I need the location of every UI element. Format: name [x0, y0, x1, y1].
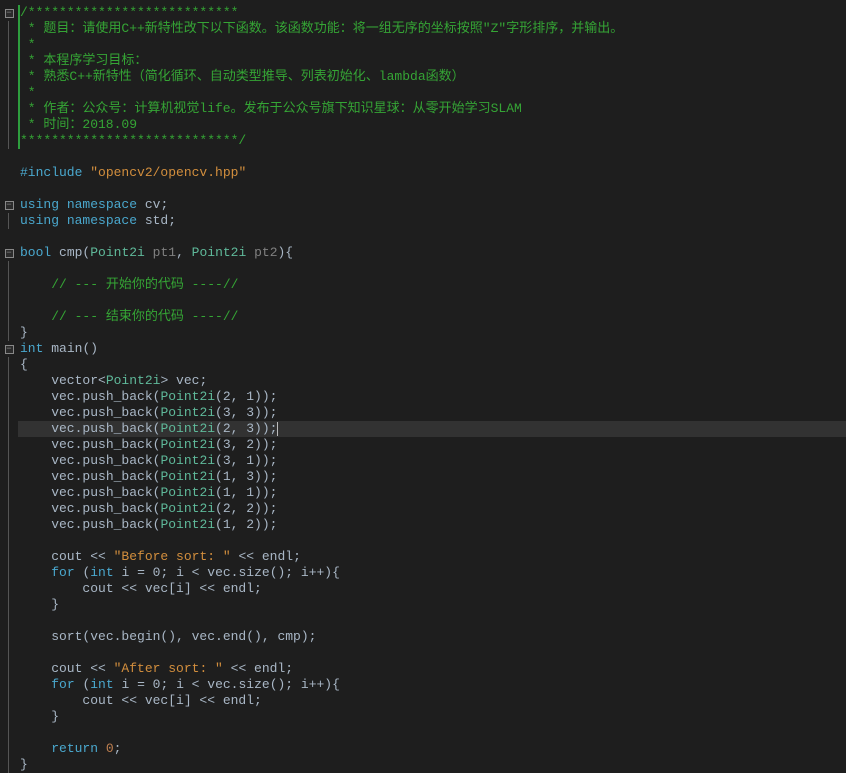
code-line[interactable]: vec.push_back(Point2i(3, 3)); [18, 405, 846, 421]
minus-icon: − [5, 249, 14, 258]
code-line[interactable] [18, 613, 846, 629]
code-line[interactable] [18, 293, 846, 309]
code-line[interactable]: * 时间：2018.09 [18, 117, 846, 133]
code-line[interactable] [18, 725, 846, 741]
code-line[interactable]: } [18, 709, 846, 725]
code-line[interactable]: #include "opencv2/opencv.hpp" [18, 165, 846, 181]
code-line[interactable]: cout << "After sort: " << endl; [18, 661, 846, 677]
code-line[interactable]: * 本程序学习目标： [18, 53, 846, 69]
code-line[interactable] [18, 645, 846, 661]
code-line[interactable]: for (int i = 0; i < vec.size(); i++){ [18, 565, 846, 581]
fold-toggle[interactable]: − [0, 5, 18, 21]
change-marker [18, 5, 20, 149]
code-line[interactable]: vec.push_back(Point2i(3, 1)); [18, 453, 846, 469]
code-line[interactable]: // --- 开始你的代码 ----// [18, 277, 846, 293]
code-line[interactable] [18, 261, 846, 277]
code-line[interactable]: /*************************** [18, 5, 846, 21]
minus-icon: − [5, 345, 14, 354]
code-line[interactable]: ****************************/ [18, 133, 846, 149]
code-line[interactable] [18, 229, 846, 245]
code-line[interactable]: vec.push_back(Point2i(1, 2)); [18, 517, 846, 533]
code-line[interactable]: bool cmp(Point2i pt1, Point2i pt2){ [18, 245, 846, 261]
code-line[interactable]: * 作者：公众号：计算机视觉life。发布于公众号旗下知识星球：从零开始学习SL… [18, 101, 846, 117]
fold-toggle[interactable]: − [0, 197, 18, 213]
code-area[interactable]: /*************************** * 题目：请使用C++… [18, 0, 846, 768]
code-line[interactable]: // --- 结束你的代码 ----// [18, 309, 846, 325]
code-line[interactable] [18, 181, 846, 197]
fold-toggle[interactable]: − [0, 341, 18, 357]
code-line-active[interactable]: vec.push_back(Point2i(2, 3)); [18, 421, 846, 437]
text-cursor [277, 422, 278, 436]
code-line[interactable]: vec.push_back(Point2i(2, 2)); [18, 501, 846, 517]
code-line[interactable]: cout << vec[i] << endl; [18, 581, 846, 597]
code-line[interactable]: vector<Point2i> vec; [18, 373, 846, 389]
code-line[interactable]: } [18, 597, 846, 613]
code-line[interactable]: sort(vec.begin(), vec.end(), cmp); [18, 629, 846, 645]
code-line[interactable] [18, 149, 846, 165]
code-line[interactable]: cout << vec[i] << endl; [18, 693, 846, 709]
code-line[interactable]: * 熟悉C++新特性（简化循环、自动类型推导、列表初始化、lambda函数） [18, 69, 846, 85]
code-line[interactable]: vec.push_back(Point2i(3, 2)); [18, 437, 846, 453]
code-editor[interactable]: − − − − [0, 0, 846, 768]
minus-icon: − [5, 9, 14, 18]
fold-toggle[interactable]: − [0, 245, 18, 261]
code-line[interactable] [18, 533, 846, 549]
code-line[interactable]: vec.push_back(Point2i(1, 1)); [18, 485, 846, 501]
code-line[interactable]: using namespace std; [18, 213, 846, 229]
code-line[interactable]: for (int i = 0; i < vec.size(); i++){ [18, 677, 846, 693]
code-line[interactable]: int main() [18, 341, 846, 357]
code-line[interactable]: cout << "Before sort: " << endl; [18, 549, 846, 565]
code-line[interactable]: using namespace cv; [18, 197, 846, 213]
code-line[interactable]: } [18, 757, 846, 773]
code-line[interactable]: { [18, 357, 846, 373]
minus-icon: − [5, 201, 14, 210]
code-line[interactable]: * 题目：请使用C++新特性改下以下函数。该函数功能：将一组无序的坐标按照"Z"… [18, 21, 846, 37]
code-line[interactable]: vec.push_back(Point2i(1, 3)); [18, 469, 846, 485]
code-line[interactable]: return 0; [18, 741, 846, 757]
gutter: − − − − [0, 0, 18, 768]
code-line[interactable]: * [18, 37, 846, 53]
code-line[interactable]: } [18, 325, 846, 341]
code-line[interactable]: vec.push_back(Point2i(2, 1)); [18, 389, 846, 405]
code-line[interactable]: * [18, 85, 846, 101]
